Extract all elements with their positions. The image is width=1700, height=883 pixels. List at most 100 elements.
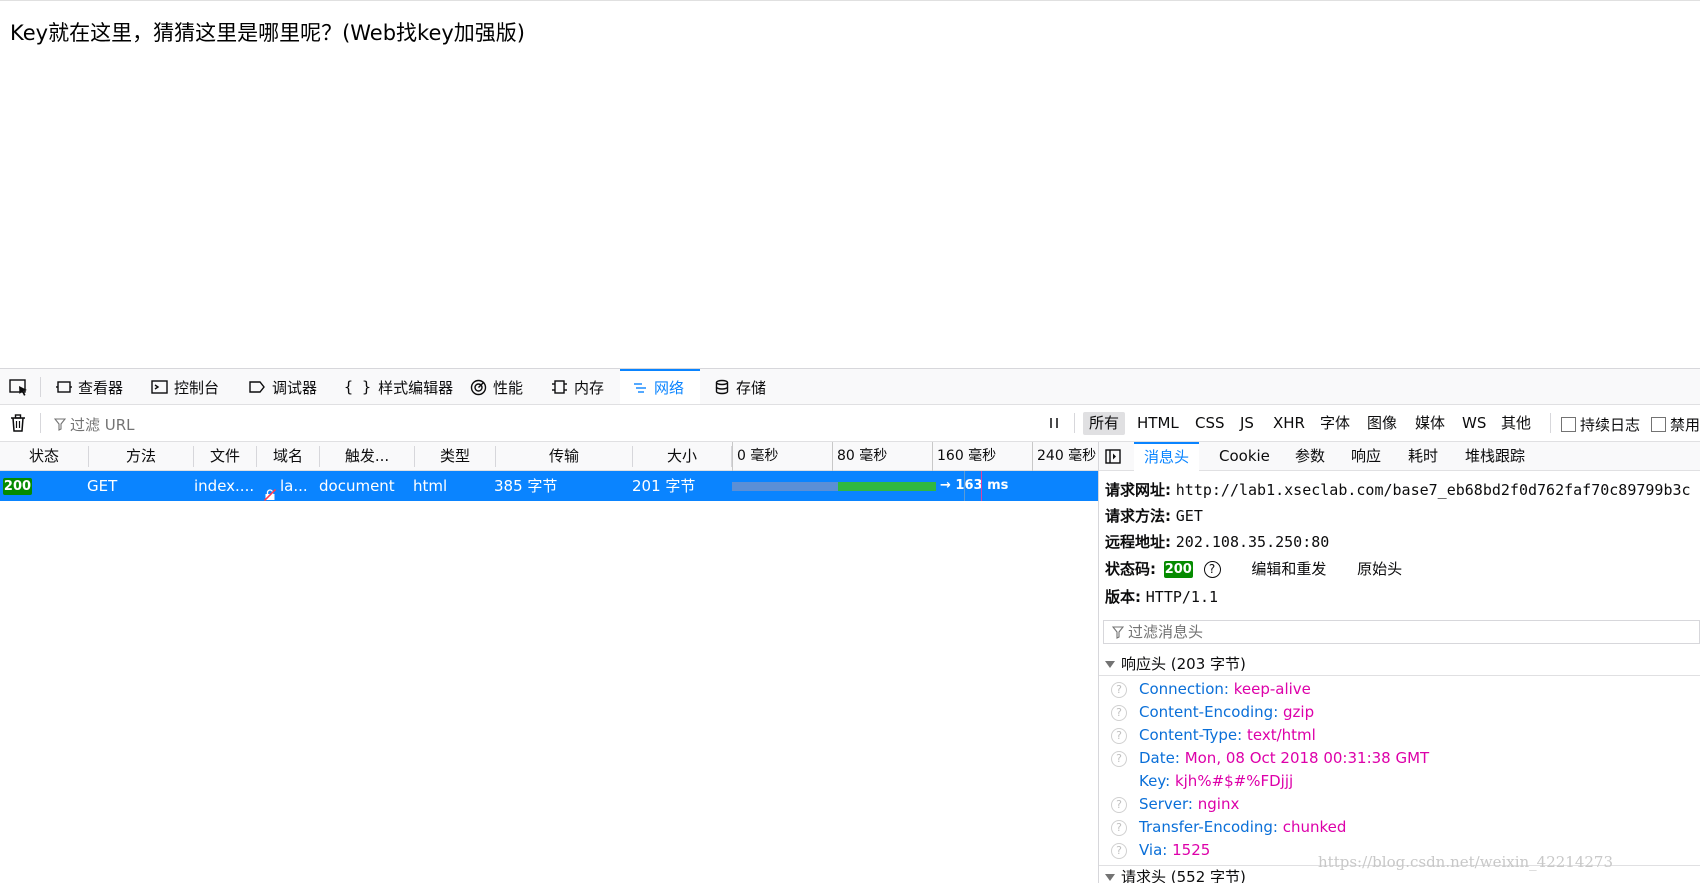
persist-logs-checkbox[interactable]: 持续日志 [1561,414,1640,435]
checkbox-box [1651,417,1666,432]
request-cause: document [319,477,395,495]
help-icon[interactable]: ? [1203,561,1221,578]
storage-icon [715,379,729,395]
request-url-summary: 请求网址: http://lab1.xseclab.com/base7_eb68… [1105,479,1691,500]
toggle-sidebar-button[interactable] [1105,449,1121,468]
header-help-icon[interactable]: ? [1111,682,1127,698]
trash-icon [11,414,25,432]
header-help-icon[interactable]: ? [1111,728,1127,744]
column-cause[interactable]: 触发... [320,442,414,471]
timeline-tick: 80 毫秒 [832,442,933,471]
pause-recording-button[interactable] [1046,413,1062,433]
tab-timings[interactable]: 耗时 [1408,442,1438,471]
tab-stack-trace[interactable]: 堆栈跟踪 [1465,442,1525,471]
header-value: nginx [1197,795,1240,813]
filter-all-button[interactable]: 所有 [1083,412,1126,435]
network-toolbar: 过滤 URL 所有 HTML CSS JS XHR 字体 图像 媒体 WS 其他… [0,405,1700,442]
header-row-key: Key: kjh%#$#%FDjjj [1099,770,1700,793]
response-headers-section[interactable]: 响应头 (203 字节) [1099,652,1700,676]
request-type: html [413,477,448,495]
disable-cache-label: 禁用 [1670,416,1700,434]
memory-icon [552,380,567,394]
edit-resend-button[interactable]: 编辑和重发 [1251,560,1326,578]
tab-params[interactable]: 参数 [1295,442,1325,471]
request-transferred: 385 字节 [494,477,558,495]
devtools-toolbar: 查看器 控制台 调试器 { } 样式编辑器 性能 内存 网络 存储 [0,369,1700,405]
header-help-icon[interactable]: ? [1111,843,1127,859]
tab-network[interactable]: 网络 [620,369,700,404]
header-entry: Date: Mon, 08 Oct 2018 00:31:38 GMT [1139,747,1429,770]
details-tabs: 消息头 Cookie 参数 响应 耗时 堆栈跟踪 [1099,442,1700,473]
timeline-tick: 240 毫秒 [1032,442,1101,471]
tab-console[interactable]: 控制台 [151,369,219,405]
tab-headers[interactable]: 消息头 [1134,442,1200,473]
header-help-icon[interactable]: ? [1111,705,1127,721]
clear-requests-button[interactable] [10,414,26,436]
column-domain[interactable]: 域名 [257,442,319,471]
status-code-summary: 状态码: 200 ? 编辑和重发 原始头 [1105,558,1402,579]
header-entry: Transfer-Encoding: chunked [1139,816,1346,839]
header-help-icon[interactable]: ? [1111,797,1127,813]
tab-inspector[interactable]: 查看器 [56,369,123,405]
version-value: HTTP/1.1 [1145,588,1219,606]
raw-headers-button[interactable]: 原始头 [1357,560,1402,578]
filter-js-button[interactable]: JS [1234,412,1260,435]
header-value: gzip [1283,703,1315,721]
tab-label: 网络 [654,379,685,397]
header-value: keep-alive [1233,680,1311,698]
performance-icon [470,379,487,395]
tab-style-editor[interactable]: { } 样式编辑器 [344,369,453,405]
filter-headers-input[interactable]: 过滤消息头 [1103,620,1700,644]
tab-cookies[interactable]: Cookie [1219,442,1270,471]
tab-debugger[interactable]: 调试器 [248,369,317,405]
disable-cache-checkbox[interactable]: 禁用 [1651,414,1700,435]
request-method: GET [87,477,118,495]
filter-xhr-button[interactable]: XHR [1267,412,1311,435]
filter-images-button[interactable]: 图像 [1361,412,1403,435]
summary-label: 版本: [1105,588,1141,606]
request-method-summary: 请求方法: GET [1105,505,1203,526]
column-type[interactable]: 类型 [415,442,495,471]
tab-response[interactable]: 响应 [1351,442,1381,471]
column-transferred[interactable]: 传输 [496,442,632,471]
header-entry: Via: 1525 [1139,839,1210,862]
tab-label: 调试器 [272,378,318,397]
request-row[interactable]: 200 GET index.... la... document html 38… [0,471,1098,501]
header-row: ? Content-Encoding: gzip [1099,701,1700,724]
column-status[interactable]: 状态 [0,442,88,471]
filter-html-button[interactable]: HTML [1131,412,1185,435]
tab-label: 存储 [736,378,767,397]
console-icon [151,380,168,394]
summary-label: 状态码: [1105,560,1156,578]
dom-content-loaded-line [964,471,965,501]
tab-storage[interactable]: 存储 [714,369,766,405]
column-method[interactable]: 方法 [89,442,193,471]
tab-memory[interactable]: 内存 [551,369,604,405]
header-help-icon[interactable]: ? [1111,820,1127,836]
sidebar-toggle-icon [1105,449,1121,464]
expand-arrow-icon [1105,874,1115,881]
filter-icon [54,418,66,431]
header-entry: Content-Type: text/html [1139,724,1316,747]
filter-url-input[interactable]: 过滤 URL [54,414,135,435]
filter-fonts-button[interactable]: 字体 [1314,412,1356,435]
header-name: Content-Encoding: [1139,703,1279,721]
style-editor-icon: { } [344,378,372,396]
filter-ws-button[interactable]: WS [1456,412,1492,435]
filter-url-placeholder: 过滤 URL [70,416,135,434]
filter-other-button[interactable]: 其他 [1495,412,1537,435]
remote-address-value: 202.108.35.250:80 [1175,533,1330,551]
inspector-icon [56,381,72,393]
filter-headers-placeholder: 过滤消息头 [1128,623,1204,641]
column-size[interactable]: 大小 [633,442,731,471]
filter-media-button[interactable]: 媒体 [1409,412,1451,435]
header-name: Via: [1139,841,1168,859]
header-value: Mon, 08 Oct 2018 00:31:38 GMT [1184,749,1430,767]
tab-performance[interactable]: 性能 [470,369,523,405]
element-picker-icon[interactable] [8,377,30,397]
toolbar-separator [1074,413,1075,433]
header-entry: Server: nginx [1139,793,1239,816]
filter-css-button[interactable]: CSS [1189,412,1231,435]
header-help-icon[interactable]: ? [1111,751,1127,767]
column-file[interactable]: 文件 [194,442,256,471]
